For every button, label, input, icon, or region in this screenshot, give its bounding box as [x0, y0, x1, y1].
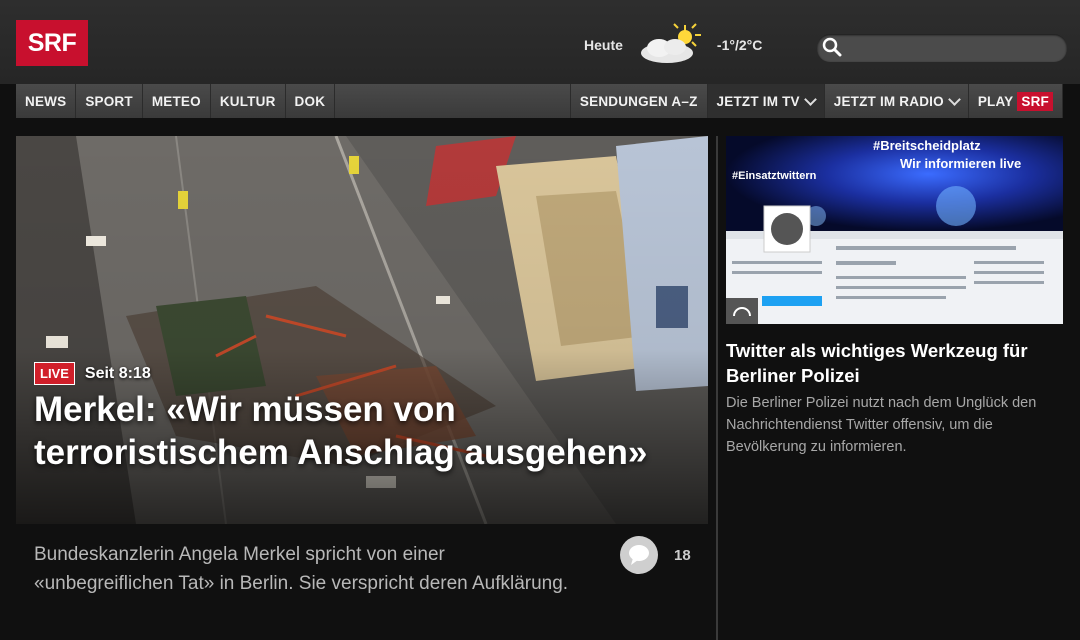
nav-kultur[interactable]: KULTUR	[211, 84, 286, 118]
weather-widget[interactable]: Heute -1°/2°C	[584, 23, 763, 63]
nav-jetzt-im-radio[interactable]: JETZT IM RADIO	[825, 84, 969, 118]
side-article-image[interactable]: #Breitscheidplatz Wir informieren live #…	[726, 136, 1063, 324]
comments-link[interactable]: 18	[620, 536, 691, 574]
live-badge: LIVE	[34, 362, 75, 385]
search-icon[interactable]	[822, 37, 842, 57]
hashtag-einsatztwittern: #Einsatztwittern	[732, 170, 817, 182]
live-indicator: LIVE Seit 8:18	[34, 362, 151, 385]
play-srf-logo: SRF	[1017, 91, 1053, 111]
main-navigation: NEWS SPORT METEO KULTUR DOK SENDUNGEN A–…	[16, 84, 1063, 118]
side-article-text[interactable]: Die Berliner Polizei nutzt nach dem Ungl…	[726, 392, 1063, 458]
weather-temperature: -1°/2°C	[716, 37, 763, 53]
hero-headline[interactable]: Merkel: «Wir müssen von terroristischem …	[34, 388, 694, 474]
nav-sport[interactable]: SPORT	[76, 84, 143, 118]
column-divider	[716, 136, 718, 640]
live-since-time: Seit 8:18	[84, 364, 151, 382]
nav-sendungen-a-z[interactable]: SENDUNGEN A–Z	[571, 84, 708, 118]
nav-jetzt-im-tv[interactable]: JETZT IM TV	[707, 84, 825, 118]
chevron-down-icon	[803, 92, 817, 106]
hero-teaser[interactable]: Bundeskanzlerin Angela Merkel spricht vo…	[34, 540, 574, 598]
nav-news[interactable]: NEWS	[16, 84, 77, 118]
hero-article[interactable]: LIVE Seit 8:18 Merkel: «Wir müssen von t…	[16, 136, 708, 524]
hashtag-breitscheidplatz: #Breitscheidplatz	[873, 138, 981, 153]
srf-logo[interactable]: SRF	[16, 20, 88, 66]
hashtag-live: Wir informieren live	[900, 156, 1022, 171]
search-input[interactable]	[817, 34, 1067, 62]
site-header: SRF Heute -1°/2°C	[0, 0, 1080, 84]
nav-meteo[interactable]: METEO	[143, 84, 211, 118]
nav-jetzt-im-tv-label: JETZT IM TV	[716, 93, 800, 109]
side-article-title[interactable]: Twitter als wichtiges Werkzeug für Berli…	[726, 338, 1063, 388]
comment-count: 18	[674, 546, 691, 564]
nav-jetzt-im-radio-label: JETZT IM RADIO	[833, 93, 944, 109]
nav-spacer	[335, 84, 571, 118]
play-label: PLAY	[977, 93, 1014, 109]
sun-cloud-icon	[637, 23, 703, 67]
weather-label: Heute	[584, 37, 623, 53]
chevron-down-icon	[947, 92, 961, 106]
nav-play-srf[interactable]: PLAY SRF	[969, 84, 1063, 118]
nav-dok[interactable]: DOK	[286, 84, 336, 118]
comment-bubble-icon	[620, 536, 658, 574]
